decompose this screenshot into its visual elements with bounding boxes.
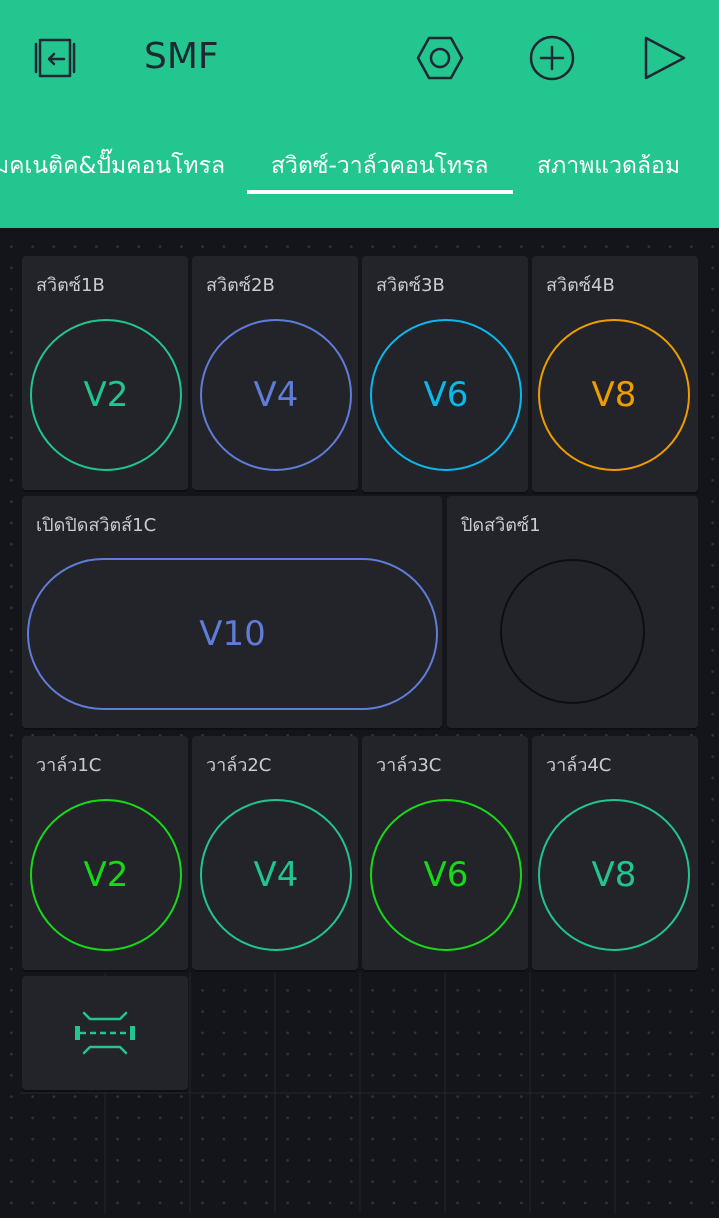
pin-label: V4 bbox=[253, 375, 299, 415]
valve-widget-3c: วาล์ว3C V6 bbox=[362, 736, 528, 970]
dashboard-canvas: สวิตซ์1B V2 สวิตซ์2B V4 สวิตซ์3B V6 สวิต… bbox=[0, 228, 719, 1218]
pin-label: V2 bbox=[83, 375, 129, 415]
pin-label: V4 bbox=[253, 855, 299, 895]
plus-circle-icon[interactable] bbox=[528, 34, 576, 82]
tab-environment[interactable]: สภาพแวดล้อม bbox=[537, 148, 680, 184]
valve-button-v4[interactable]: V4 bbox=[200, 799, 352, 951]
widget-label: สวิตซ์1B bbox=[36, 275, 105, 296]
switch-widget-2b: สวิตซ์2B V4 bbox=[192, 256, 358, 490]
off-switch-widget-1: ปิดสวิตซ์1 bbox=[447, 496, 698, 728]
tab-magnetic-pump-control[interactable]: มคเนติค&ปั๊มคอนโทรล bbox=[0, 148, 225, 184]
switch-widget-3b: สวิตซ์3B V6 bbox=[362, 256, 528, 492]
switch-widget-1b: สวิตซ์1B V2 bbox=[22, 256, 188, 490]
pin-label: V10 bbox=[199, 614, 266, 654]
valve-widget-1c: วาล์ว1C V2 bbox=[22, 736, 188, 970]
hexagon-settings-icon[interactable] bbox=[416, 34, 464, 82]
switch-button-v6[interactable]: V6 bbox=[370, 319, 522, 471]
widget-label: ปิดสวิตซ์1 bbox=[461, 515, 541, 536]
widget-label: วาล์ว2C bbox=[206, 755, 272, 776]
valve-button-v2[interactable]: V2 bbox=[30, 799, 182, 951]
resize-spacer-icon bbox=[75, 1011, 135, 1055]
spacer-widget[interactable] bbox=[22, 976, 188, 1090]
widget-label: วาล์ว1C bbox=[36, 755, 102, 776]
unassigned-switch-button[interactable] bbox=[500, 559, 645, 704]
valve-widget-2c: วาล์ว2C V4 bbox=[192, 736, 358, 970]
wide-switch-widget-1c: เปิดปิดสวิตส์1C V10 bbox=[22, 496, 442, 728]
widget-label: สวิตซ์2B bbox=[206, 275, 275, 296]
widget-label: สวิตซ์3B bbox=[376, 275, 445, 296]
app-title: SMF bbox=[144, 36, 219, 77]
widget-label: สวิตซ์4B bbox=[546, 275, 615, 296]
switch-button-v2[interactable]: V2 bbox=[30, 319, 182, 471]
pin-label: V8 bbox=[591, 855, 637, 895]
switch-button-v8[interactable]: V8 bbox=[538, 319, 690, 471]
widget-label: วาล์ว3C bbox=[376, 755, 442, 776]
pin-label: V6 bbox=[423, 375, 469, 415]
valve-button-v6[interactable]: V6 bbox=[370, 799, 522, 951]
tab-switch-valve-control[interactable]: สวิตซ์-วาล์วคอนโทรล bbox=[271, 148, 489, 184]
widget-label: วาล์ว4C bbox=[546, 755, 612, 776]
switch-button-v4[interactable]: V4 bbox=[200, 319, 352, 471]
pin-label: V6 bbox=[423, 855, 469, 895]
valve-widget-4c: วาล์ว4C V8 bbox=[532, 736, 698, 970]
app-header: SMF มคเนติค&ปั๊มคอนโทรล สวิตซ์-วาล์วคอนโ… bbox=[0, 0, 719, 228]
widget-label: เปิดปิดสวิตส์1C bbox=[36, 515, 157, 536]
play-icon[interactable] bbox=[640, 34, 688, 82]
pin-label: V2 bbox=[83, 855, 129, 895]
switch-widget-4b: สวิตซ์4B V8 bbox=[532, 256, 698, 492]
active-tab-indicator bbox=[247, 190, 513, 194]
valve-button-v8[interactable]: V8 bbox=[538, 799, 690, 951]
pin-label: V8 bbox=[591, 375, 637, 415]
switch-button-v10[interactable]: V10 bbox=[27, 558, 438, 710]
exit-icon[interactable] bbox=[32, 34, 80, 82]
